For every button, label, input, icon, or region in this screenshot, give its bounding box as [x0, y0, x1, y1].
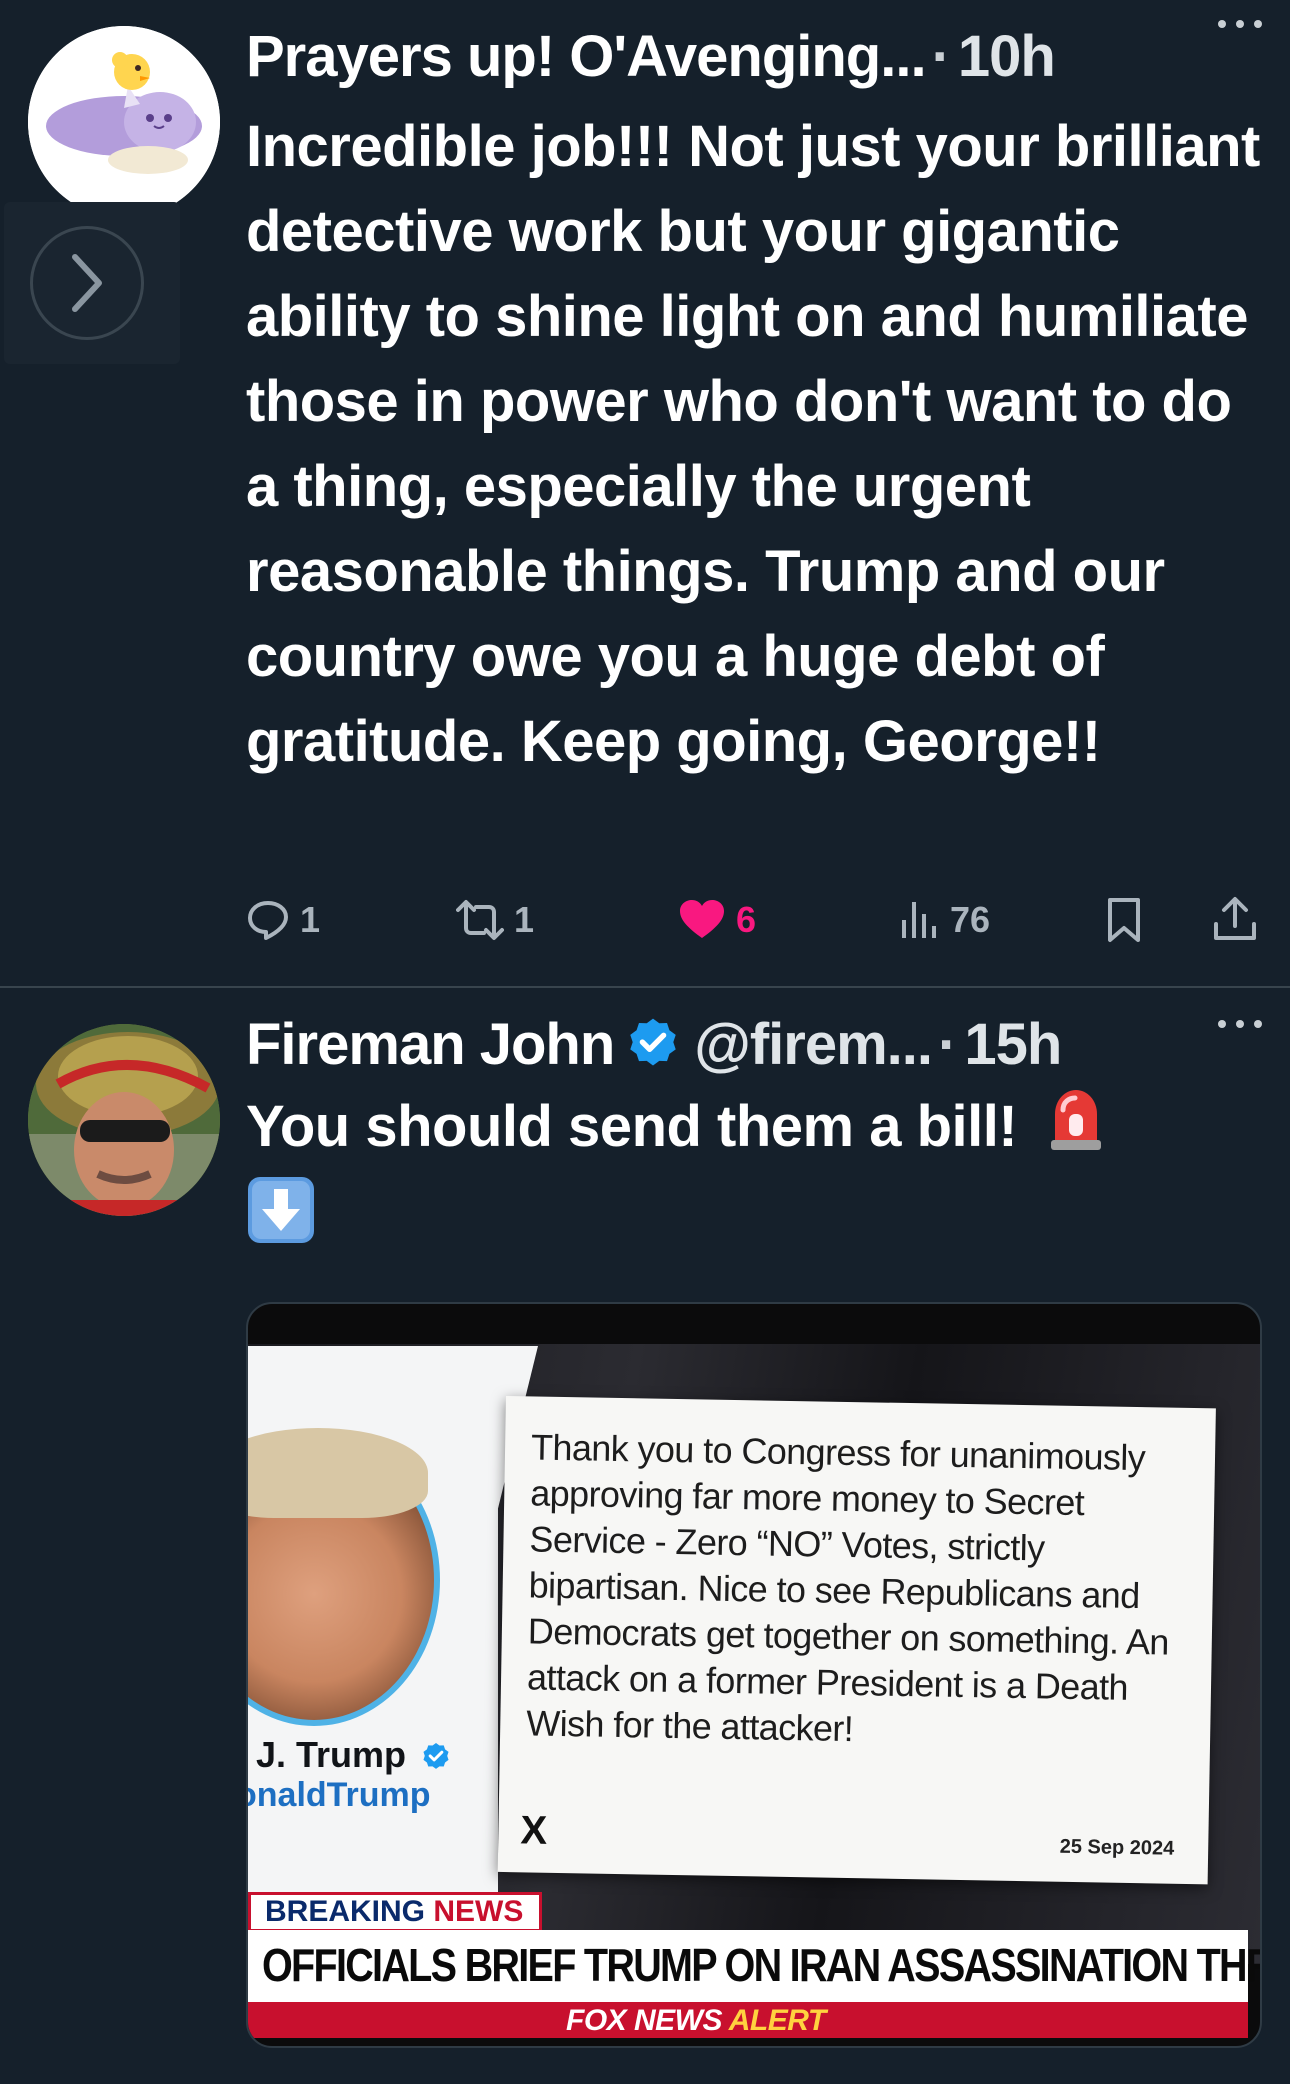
repost-icon: [456, 900, 504, 940]
timestamp[interactable]: 10h: [958, 23, 1056, 90]
separator: ·: [931, 23, 951, 89]
tweet-header: Prayers up! O'Avenging... · 10h: [246, 16, 1266, 96]
alert-word: ALERT: [728, 2004, 826, 2037]
more-icon[interactable]: [1218, 14, 1262, 34]
down-arrow-emoji-icon: [246, 1175, 316, 1268]
alert-bar: FOX NEWS ALERT: [248, 2002, 1248, 2038]
repost-count: 1: [514, 899, 535, 940]
fireman-avatar-art: [28, 1024, 220, 1216]
news-word: NEWS: [433, 1895, 524, 1928]
bookmark-icon: [1108, 898, 1140, 942]
quoted-post-card: Thank you to Congress for unanimously ap…: [497, 1396, 1216, 1885]
views-button[interactable]: 76: [896, 890, 990, 950]
like-button[interactable]: 6: [678, 890, 756, 950]
headline-bar: OFFICIALS BRIEF TRUMP ON IRAN ASSASSINAT…: [248, 1930, 1260, 2002]
quoted-post-date: 25 Sep 2024: [1059, 1835, 1175, 1860]
verified-badge-icon: [423, 1743, 449, 1770]
network-alert-text: FOX NEWS ALERT: [566, 2004, 826, 2038]
avatar[interactable]: [28, 1024, 220, 1216]
media-profile-handle: onaldTrump: [246, 1776, 431, 1814]
display-name[interactable]: Prayers up! O'Avenging...: [246, 23, 927, 90]
network-name: FOX NEWS: [566, 2004, 723, 2037]
separator: ·: [938, 1011, 957, 1077]
heart-icon: [680, 900, 724, 938]
like-count: 6: [736, 899, 757, 940]
cat-avatar-art: [28, 26, 220, 218]
chevron-right-icon: [72, 254, 102, 312]
bookmark-button[interactable]: [1104, 890, 1144, 950]
more-icon[interactable]: [1218, 1014, 1262, 1034]
share-button[interactable]: [1212, 890, 1258, 950]
view-count: 76: [950, 899, 991, 940]
tweet[interactable]: Prayers up! O'Avenging... · 10h Incredib…: [0, 0, 1290, 986]
quoted-post-text: Thank you to Congress for unanimously ap…: [525, 1426, 1170, 1750]
repost-button[interactable]: 1: [456, 890, 534, 950]
timestamp[interactable]: 15h: [964, 1011, 1062, 1078]
action-bar: 1 1 6 76: [246, 890, 1270, 950]
breaking-word: BREAKING: [265, 1895, 426, 1928]
reply-button[interactable]: 1: [246, 890, 320, 950]
timeline: Prayers up! O'Avenging... · 10h Incredib…: [0, 0, 1290, 2084]
display-name[interactable]: Fireman John: [246, 1011, 615, 1078]
show-thread-button[interactable]: [30, 226, 144, 340]
reply-icon: [248, 901, 288, 940]
tweet-text-content: You should send them a bill!: [246, 1094, 1018, 1159]
headline-text: OFFICIALS BRIEF TRUMP ON IRAN ASSASSINAT…: [262, 1939, 1262, 1991]
tweet-media-image[interactable]: l J. Trump onaldTrump Thank you to Congr…: [246, 1302, 1262, 2048]
tweet-text: Incredible job!!! Not just your brillian…: [246, 114, 1260, 774]
handle[interactable]: @firem...: [694, 1011, 933, 1078]
verified-badge-icon: [630, 1018, 677, 1066]
share-icon: [1214, 897, 1256, 940]
siren-emoji-icon: [1047, 1086, 1105, 1175]
breaking-news-label: BREAKING NEWS: [248, 1892, 543, 1932]
media-profile-name: l J. Trump: [248, 1734, 452, 1776]
x-logo-icon: X: [520, 1808, 548, 1853]
avatar[interactable]: [28, 26, 220, 218]
tweet-header: Fireman John @firem... · 15h: [246, 1004, 1266, 1084]
reply-count: 1: [300, 899, 321, 940]
tweet[interactable]: Fireman John @firem... · 15h You should …: [0, 988, 1290, 2084]
views-icon: [902, 902, 936, 938]
tweet-text: You should send them a bill!: [246, 1084, 1266, 1268]
